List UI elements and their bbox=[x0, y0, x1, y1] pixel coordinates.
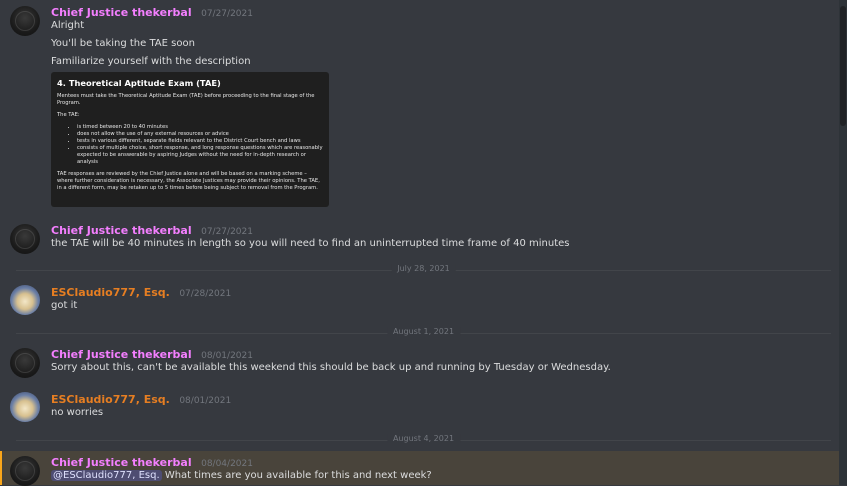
avatar-emblem-icon bbox=[15, 461, 35, 481]
scrollbar-thumb[interactable] bbox=[840, 6, 846, 126]
embed-title: 4. Theoretical Aptitude Exam (TAE) bbox=[57, 78, 221, 88]
embed-bullet: tests in various different, separate fie… bbox=[77, 138, 323, 145]
avatar[interactable] bbox=[10, 456, 40, 486]
embed-bullet-list: is timed between 20 to 40 minutes does n… bbox=[57, 124, 323, 166]
avatar[interactable] bbox=[10, 6, 40, 36]
avatar[interactable] bbox=[10, 285, 40, 315]
message-text: Alright bbox=[51, 20, 85, 31]
username[interactable]: ESClaudio777, Esq. bbox=[51, 286, 170, 299]
timestamp: 07/27/2021 bbox=[201, 9, 253, 19]
embed-bullet: does not allow the use of any external r… bbox=[77, 131, 323, 138]
message-text: the TAE will be 40 minutes in length so … bbox=[51, 238, 570, 249]
embed-bullet: consists of multiple choice, short respo… bbox=[77, 145, 323, 166]
scrollbar[interactable] bbox=[839, 0, 847, 485]
image-attachment[interactable]: 4. Theoretical Aptitude Exam (TAE) Mente… bbox=[51, 72, 329, 207]
embed-footer: TAE responses are reviewed by the Chief … bbox=[57, 171, 320, 191]
date-divider: July 28, 2021 bbox=[16, 264, 831, 273]
timestamp: 07/28/2021 bbox=[179, 289, 232, 299]
message-text: got it bbox=[51, 300, 78, 311]
username[interactable]: ESClaudio777, Esq. bbox=[51, 393, 170, 406]
message-group: Chief Justice thekerbal 08/01/2021 Sorry… bbox=[0, 346, 839, 382]
message-group: ESClaudio777, Esq. 07/28/2021 got it bbox=[0, 285, 839, 321]
avatar[interactable] bbox=[10, 392, 40, 422]
timestamp: 08/04/2021 bbox=[201, 459, 253, 469]
date-divider-label: August 4, 2021 bbox=[386, 434, 461, 443]
message-text: Familiarize yourself with the descriptio… bbox=[51, 56, 251, 67]
message-text: You'll be taking the TAE soon bbox=[51, 38, 195, 49]
date-divider: August 4, 2021 bbox=[16, 434, 831, 443]
timestamp: 08/01/2021 bbox=[179, 396, 232, 406]
timestamp: 07/27/2021 bbox=[201, 227, 253, 237]
embed-list-title: The TAE: bbox=[57, 112, 80, 118]
message-group: Chief Justice thekerbal 07/27/2021 Alrig… bbox=[0, 0, 839, 215]
username[interactable]: Chief Justice thekerbal bbox=[51, 224, 192, 237]
avatar-emblem-icon bbox=[15, 11, 35, 31]
username[interactable]: Chief Justice thekerbal bbox=[51, 348, 192, 361]
date-divider-label: August 1, 2021 bbox=[386, 327, 461, 336]
message-text-content: What times are you available for this an… bbox=[161, 470, 432, 481]
avatar-emblem-icon bbox=[15, 229, 35, 249]
message-group: ESClaudio777, Esq. 08/01/2021 no worries bbox=[0, 392, 839, 428]
username[interactable]: Chief Justice thekerbal bbox=[51, 6, 192, 19]
timestamp: 08/01/2021 bbox=[201, 351, 253, 361]
date-divider: August 1, 2021 bbox=[16, 327, 831, 336]
message-text: Sorry about this, can't be available thi… bbox=[51, 362, 611, 373]
username[interactable]: Chief Justice thekerbal bbox=[51, 456, 192, 469]
date-divider-label: July 28, 2021 bbox=[391, 264, 456, 273]
message-text: no worries bbox=[51, 407, 104, 418]
message-text: @ESClaudio777, Esq. What times are you a… bbox=[51, 470, 432, 481]
embed-bullet: is timed between 20 to 40 minutes bbox=[77, 124, 323, 131]
avatar[interactable] bbox=[10, 348, 40, 378]
avatar[interactable] bbox=[10, 224, 40, 254]
avatar-emblem-icon bbox=[15, 353, 35, 373]
message-header: ESClaudio777, Esq. 07/28/2021 bbox=[51, 286, 231, 302]
embed-intro: Mentees must take the Theoretical Aptitu… bbox=[57, 93, 315, 106]
message-group: Chief Justice thekerbal 08/04/2021 @ESCl… bbox=[0, 454, 839, 486]
message-group: Chief Justice thekerbal 07/27/2021 the T… bbox=[0, 222, 839, 258]
user-mention[interactable]: @ESClaudio777, Esq. bbox=[51, 470, 162, 481]
